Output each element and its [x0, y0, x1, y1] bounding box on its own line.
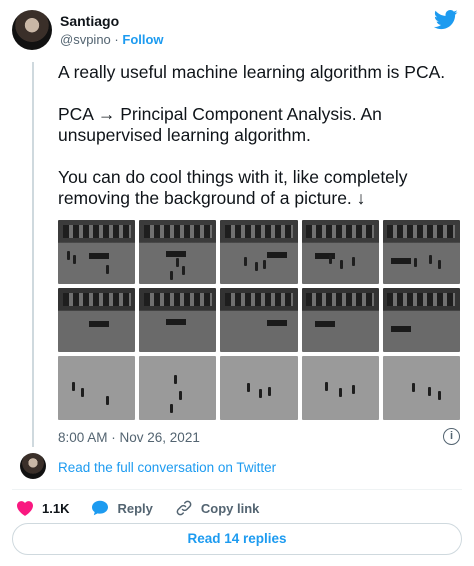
like-button[interactable]: 1.1K	[16, 500, 69, 516]
foreground-frame	[220, 356, 298, 420]
action-bar: 1.1K Reply Copy link	[16, 499, 281, 517]
background-frame	[139, 288, 217, 352]
author-avatar[interactable]	[12, 10, 52, 50]
foreground-frame	[301, 356, 379, 420]
tweet-card: Santiago @svpino · Follow A really usefu…	[0, 0, 474, 566]
background-frame	[382, 288, 460, 352]
tweet-image-grid[interactable]	[58, 220, 460, 420]
read-replies-button[interactable]: Read 14 replies	[12, 523, 462, 555]
reply-label: Reply	[117, 500, 153, 516]
background-frame	[301, 288, 379, 352]
thread-avatar[interactable]	[20, 453, 46, 479]
author-name[interactable]: Santiago	[60, 13, 119, 29]
handle-separator: ·	[114, 32, 119, 47]
original-frame	[301, 220, 379, 284]
thread-line	[32, 62, 34, 447]
original-frame	[220, 220, 298, 284]
copy-link-button[interactable]: Copy link	[175, 499, 260, 517]
follow-link[interactable]: Follow	[122, 32, 163, 47]
reply-bubble-icon	[92, 500, 109, 516]
link-icon	[176, 500, 192, 516]
author-handle[interactable]: @svpino	[60, 32, 111, 47]
read-full-conversation-link[interactable]: Read the full conversation on Twitter	[58, 460, 276, 475]
foreground-frame	[58, 356, 136, 420]
copy-link-label: Copy link	[200, 500, 260, 516]
original-frame	[382, 220, 460, 284]
foreground-frame	[139, 356, 217, 420]
author-handle-row: @svpino · Follow	[60, 32, 164, 47]
background-frame	[220, 288, 298, 352]
info-icon[interactable]: i	[443, 428, 460, 445]
original-frame	[139, 220, 217, 284]
tweet-text: A really useful machine learning algorit…	[58, 62, 446, 208]
heart-icon	[17, 501, 33, 516]
foreground-frame	[382, 356, 460, 420]
tweet-timestamp[interactable]: 8:00 AM · Nov 26, 2021	[58, 430, 200, 445]
original-frame	[58, 220, 136, 284]
twitter-bird-icon[interactable]	[434, 10, 458, 30]
reply-button[interactable]: Reply	[91, 500, 153, 516]
like-count: 1.1K	[42, 500, 70, 516]
background-frame	[58, 288, 136, 352]
divider	[12, 489, 462, 490]
